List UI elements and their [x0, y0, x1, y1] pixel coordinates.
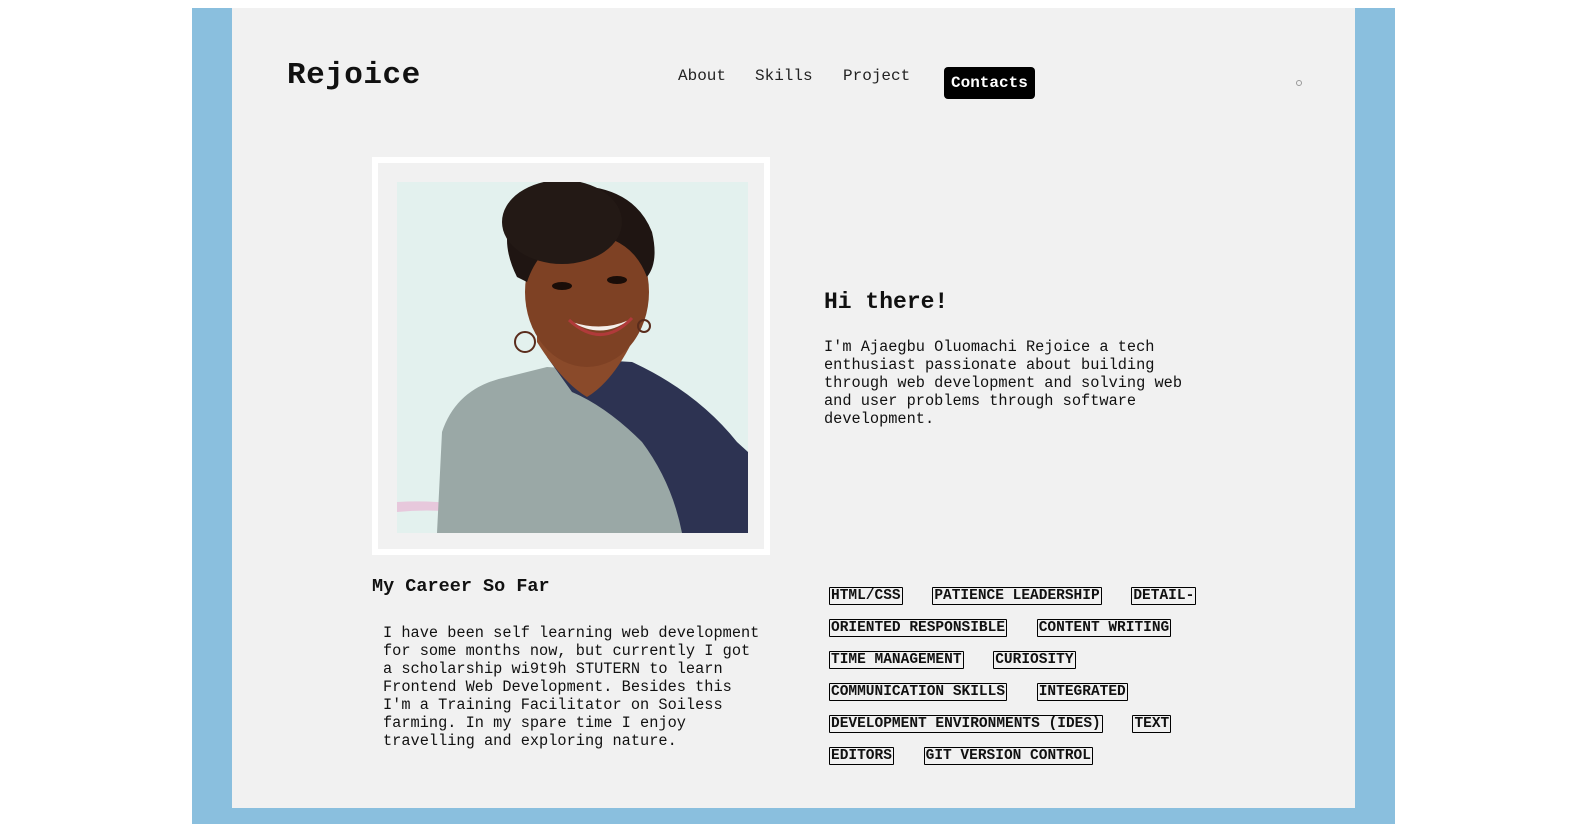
- career-heading: My Career So Far: [372, 576, 550, 597]
- nav-project-link[interactable]: Project: [843, 67, 910, 85]
- skill-tag: CURIOSITY: [993, 651, 1076, 669]
- skills-list: HTML/CSS PATIENCE LEADERSHIP DETAIL-ORIE…: [824, 580, 1209, 772]
- skill-tag: CONTENT WRITING: [1036, 619, 1172, 637]
- portrait-illustration: [397, 182, 748, 533]
- theme-toggle-dot-icon[interactable]: [1296, 80, 1302, 86]
- contacts-button[interactable]: Contacts: [944, 67, 1035, 99]
- nav-about-link[interactable]: About: [678, 67, 726, 85]
- greeting-heading: Hi there!: [824, 289, 949, 315]
- intro-paragraph: I'm Ajaegbu Oluomachi Rejoice a tech ent…: [824, 338, 1183, 428]
- skill-tag: PATIENCE LEADERSHIP: [932, 587, 1102, 605]
- skill-tag: TIME MANAGEMENT: [829, 651, 964, 669]
- skill-tag: Git VERSION CONTROL: [923, 747, 1093, 765]
- skill-tag: HTML/CSS: [829, 587, 903, 605]
- profile-photo-frame: [372, 157, 770, 555]
- skill-tag: COMMUNICATION SKILLS: [829, 683, 1008, 701]
- nav-skills-link[interactable]: Skills: [755, 67, 813, 85]
- career-paragraph: I have been self learning web developmen…: [383, 624, 760, 750]
- site-logo[interactable]: Rejoice: [287, 58, 421, 93]
- profile-photo: [397, 182, 748, 533]
